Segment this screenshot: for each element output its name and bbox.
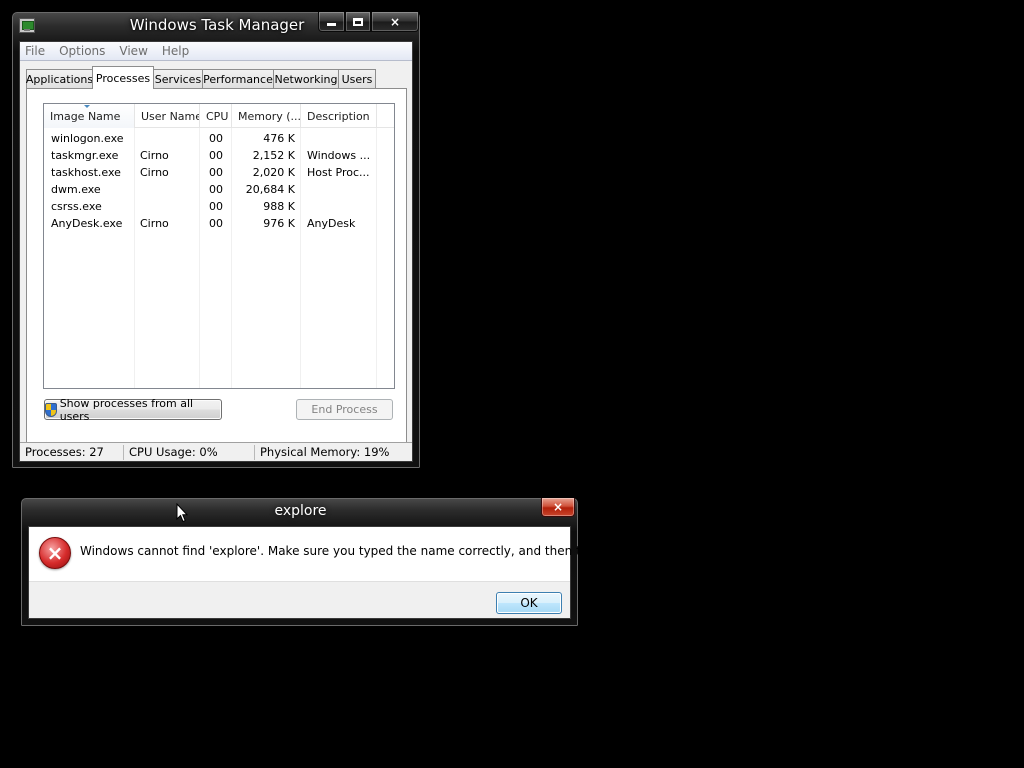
- table-row[interactable]: dwm.exe 00 20,684 K: [44, 181, 394, 198]
- cell-cpu: 00: [209, 149, 223, 162]
- cell-user-name: [140, 130, 198, 147]
- end-process-button[interactable]: End Process: [296, 399, 393, 420]
- column-label: Memory (...: [238, 110, 301, 123]
- tab-applications[interactable]: Applications: [26, 69, 93, 88]
- cell-image-name: AnyDesk.exe: [51, 217, 123, 230]
- cell-image-name: dwm.exe: [51, 183, 101, 196]
- cell-cpu: 00: [209, 183, 223, 196]
- cell-cpu: 00: [209, 200, 223, 213]
- column-cpu[interactable]: CPU: [200, 104, 232, 128]
- column-label: CPU: [206, 110, 229, 123]
- button-label: Show processes from all users: [59, 396, 194, 423]
- column-description[interactable]: Description: [301, 104, 377, 128]
- status-bar: Processes: 27 CPU Usage: 0% Physical Mem…: [20, 442, 412, 461]
- process-list-header: Image Name User Name CPU Memory (... Des…: [44, 104, 394, 128]
- cell-user-name: Cirno: [140, 166, 169, 179]
- show-all-processes-button[interactable]: Show processes from all users: [44, 396, 222, 423]
- maximize-icon: [353, 17, 363, 26]
- table-row[interactable]: winlogon.exe 00 476 K: [44, 130, 394, 147]
- cell-memory: 976 K: [263, 217, 295, 230]
- cell-description: Windows ...: [307, 149, 371, 162]
- cell-image-name: winlogon.exe: [51, 132, 124, 145]
- cell-memory: 2,020 K: [252, 166, 295, 179]
- tab-performance[interactable]: Performance: [202, 69, 274, 88]
- cell-user-name: [140, 181, 198, 198]
- window-title: Windows Task Manager: [129, 16, 305, 34]
- tab-processes[interactable]: Processes: [92, 66, 154, 89]
- process-list[interactable]: Image Name User Name CPU Memory (... Des…: [43, 103, 395, 389]
- task-manager-client: File Options View Help Applications Proc…: [19, 41, 413, 462]
- dialog-client: × Windows cannot find 'explore'. Make su…: [28, 526, 634, 619]
- button-label: OK: [520, 596, 538, 610]
- column-user-name[interactable]: User Name: [135, 104, 200, 128]
- status-processes: Processes: 27: [20, 445, 124, 460]
- cell-image-name: taskhost.exe: [51, 166, 121, 179]
- table-row[interactable]: taskmgr.exe Cirno 00 2,152 K Windows ...: [44, 147, 394, 164]
- mouse-cursor-icon: [176, 503, 188, 523]
- button-label: End Process: [311, 403, 378, 416]
- cell-memory: 988 K: [263, 200, 295, 213]
- cell-memory: 476 K: [263, 132, 295, 145]
- tab-networking[interactable]: Networking: [273, 69, 339, 88]
- ok-button[interactable]: OK: [496, 592, 562, 614]
- table-row[interactable]: csrss.exe 00 988 K: [44, 198, 394, 215]
- task-manager-window: Windows Task Manager × File Options View…: [11, 11, 421, 469]
- close-icon: ×: [552, 500, 564, 514]
- menu-help[interactable]: Help: [155, 44, 196, 58]
- status-physical-memory: Physical Memory: 19%: [260, 445, 390, 459]
- processes-panel: Image Name User Name CPU Memory (... Des…: [26, 88, 407, 445]
- close-icon: ×: [389, 14, 401, 29]
- cell-image-name: taskmgr.exe: [51, 149, 119, 162]
- dialog-title: explore: [274, 503, 327, 519]
- menu-options[interactable]: Options: [52, 44, 112, 58]
- dialog-footer: OK: [29, 581, 570, 618]
- cell-description: [307, 198, 375, 215]
- error-icon: ×: [39, 537, 71, 569]
- sort-ascending-icon: [84, 105, 90, 108]
- error-dialog: explore × × Windows cannot find 'explore…: [20, 497, 634, 627]
- dialog-message: Windows cannot find 'explore'. Make sure…: [80, 544, 634, 558]
- tab-services[interactable]: Services: [153, 69, 203, 88]
- dialog-close-button[interactable]: ×: [541, 498, 575, 517]
- minimize-button[interactable]: [318, 12, 345, 32]
- uac-shield-icon: [45, 402, 57, 417]
- cell-image-name: csrss.exe: [51, 200, 102, 213]
- column-label: User Name: [141, 110, 200, 123]
- error-cross-glyph: ×: [46, 541, 64, 565]
- maximize-button[interactable]: [345, 12, 371, 32]
- caption-buttons: ×: [318, 12, 419, 32]
- menu-view[interactable]: View: [112, 44, 154, 58]
- table-row[interactable]: AnyDesk.exe Cirno 00 976 K AnyDesk: [44, 215, 394, 232]
- menu-file[interactable]: File: [20, 44, 52, 58]
- cell-description: Host Proc...: [307, 166, 370, 179]
- cell-cpu: 00: [209, 166, 223, 179]
- status-cpu-usage: CPU Usage: 0%: [124, 445, 255, 460]
- minimize-icon: [327, 23, 336, 26]
- column-memory[interactable]: Memory (...: [232, 104, 301, 128]
- cell-cpu: 00: [209, 217, 223, 230]
- cell-memory: 20,684 K: [245, 183, 295, 196]
- column-label: Description: [307, 110, 370, 123]
- cell-cpu: 00: [209, 132, 223, 145]
- column-label: Image Name: [50, 110, 121, 123]
- table-row[interactable]: taskhost.exe Cirno 00 2,020 K Host Proc.…: [44, 164, 394, 181]
- close-button[interactable]: ×: [371, 12, 419, 32]
- column-image-name[interactable]: Image Name: [44, 104, 135, 128]
- cell-user-name: [140, 198, 198, 215]
- cell-description: AnyDesk: [307, 217, 356, 230]
- cell-user-name: Cirno: [140, 217, 169, 230]
- cell-memory: 2,152 K: [252, 149, 295, 162]
- cell-description: [307, 130, 375, 147]
- cell-user-name: Cirno: [140, 149, 169, 162]
- tab-users[interactable]: Users: [338, 69, 376, 88]
- menu-bar: File Options View Help: [20, 42, 412, 61]
- task-manager-app-icon[interactable]: [19, 18, 35, 33]
- cell-description: [307, 181, 375, 198]
